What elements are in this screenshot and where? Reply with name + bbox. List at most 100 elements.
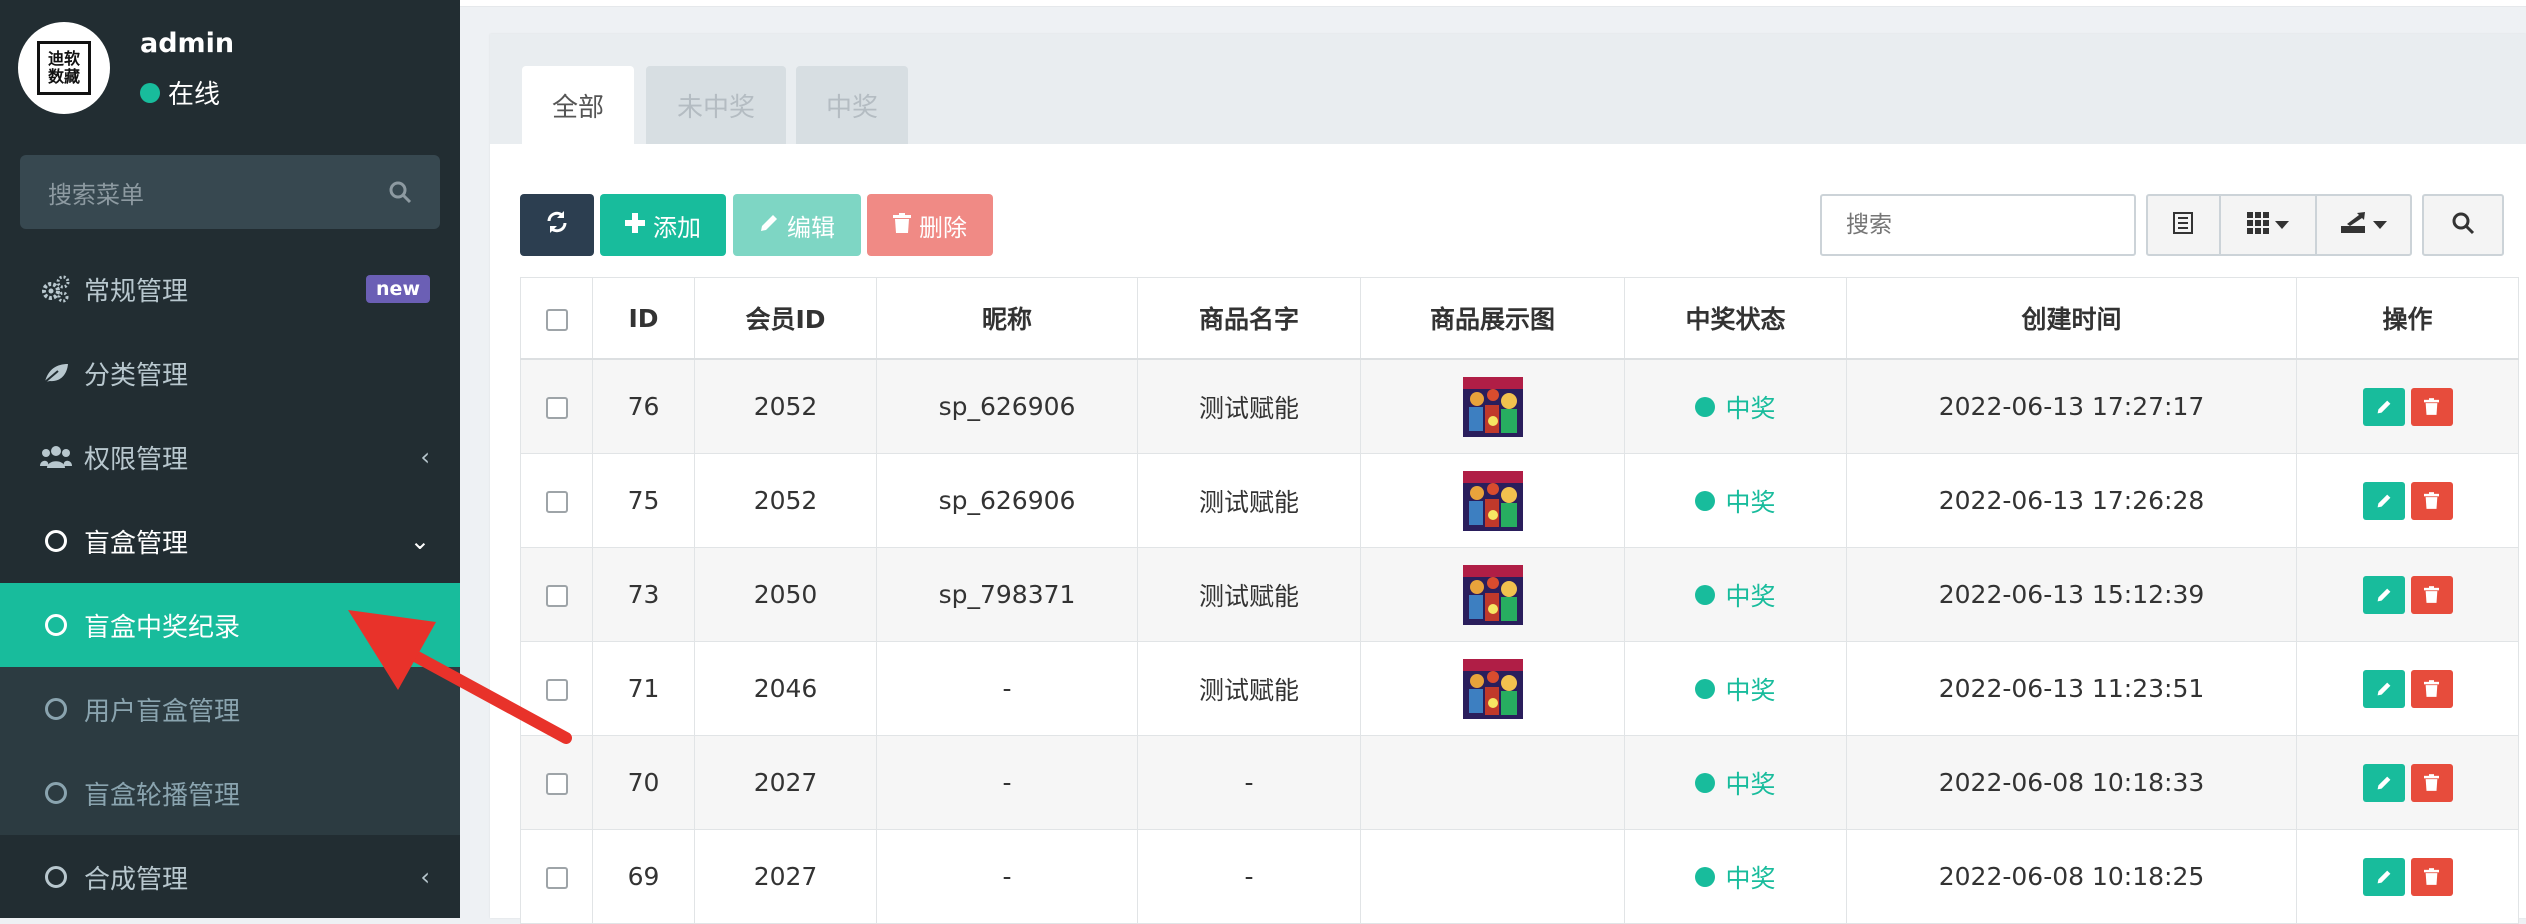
menu-search-input[interactable]: 搜索菜单 bbox=[20, 155, 440, 229]
status-label: 中奖 bbox=[1725, 769, 1776, 799]
cell-member-id: 2046 bbox=[694, 641, 877, 736]
column-header-product-name[interactable]: 商品名字 bbox=[1137, 277, 1361, 360]
add-button[interactable]: 添加 bbox=[600, 194, 726, 256]
row-delete-button[interactable] bbox=[2410, 857, 2453, 896]
cell-nickname: - bbox=[876, 735, 1138, 830]
row-edit-button[interactable] bbox=[2362, 575, 2405, 614]
table-row[interactable]: 69 2027- - 中奖 2022-06-08 10:18:25 bbox=[520, 829, 2519, 924]
avatar[interactable]: 迪软 数藏 bbox=[18, 22, 110, 114]
cell-product-image bbox=[1360, 358, 1625, 454]
delete-button[interactable]: 删除 bbox=[867, 194, 993, 256]
circle-icon bbox=[40, 693, 72, 725]
column-header-created-time[interactable]: 创建时间 bbox=[1846, 277, 2297, 360]
sidebar-item-user-blindbox[interactable]: 用户盲盒管理 bbox=[0, 667, 460, 751]
row-delete-button[interactable] bbox=[2410, 575, 2453, 614]
cell-member-id: 2052 bbox=[694, 358, 877, 454]
sidebar-menu: 常规管理 new 分类管理 权限管理 ‹ 盲盒管理 ⌄ 盲盒中奖纪录 用户盲盒管… bbox=[0, 247, 460, 919]
table-row[interactable]: 70 2027- - 中奖 2022-06-08 10:18:33 bbox=[520, 735, 2519, 830]
refresh-button[interactable] bbox=[520, 194, 594, 256]
tab-won[interactable]: 中奖 bbox=[796, 66, 908, 144]
circle-icon bbox=[40, 777, 72, 809]
sidebar-item-label: 合成管理 bbox=[84, 864, 189, 895]
online-status: 在线 bbox=[140, 74, 220, 111]
avatar-logo: 迪软 数藏 bbox=[37, 41, 91, 95]
cell-product-name: 测试赋能 bbox=[1137, 358, 1361, 454]
sidebar-item-general[interactable]: 常规管理 new bbox=[0, 247, 460, 331]
tab-all[interactable]: 全部 bbox=[522, 66, 634, 144]
caret-down-icon bbox=[2372, 221, 2387, 229]
cell-created-time: 2022-06-08 10:18:25 bbox=[1846, 829, 2297, 924]
cell-actions bbox=[2296, 829, 2519, 924]
status-dot-icon bbox=[1695, 866, 1716, 887]
row-edit-button[interactable] bbox=[2362, 669, 2405, 708]
pencil-icon bbox=[2377, 682, 2390, 695]
cell-actions bbox=[2296, 641, 2519, 736]
row-checkbox[interactable] bbox=[545, 679, 568, 701]
cell-win-status: 中奖 bbox=[1624, 641, 1847, 736]
table-search-input[interactable] bbox=[1820, 194, 2136, 256]
status-dot-icon bbox=[1695, 490, 1716, 511]
product-thumbnail[interactable] bbox=[1462, 564, 1523, 625]
search-icon[interactable] bbox=[388, 180, 412, 204]
sidebar-item-permission[interactable]: 权限管理 ‹ bbox=[0, 415, 460, 499]
cell-id: 73 bbox=[592, 547, 695, 642]
table-row[interactable]: 75 2052 sp_626906 测试赋能 中奖 2022-06-13 17:26:28 bbox=[520, 453, 2519, 548]
column-header-win-status[interactable]: 中奖状态 bbox=[1624, 277, 1847, 360]
row-edit-button[interactable] bbox=[2362, 387, 2405, 426]
row-checkbox[interactable] bbox=[545, 773, 568, 795]
status-dot-icon bbox=[1695, 678, 1716, 699]
table-row[interactable]: 76 2052 sp_626906 测试赋能 中奖 2022-06-13 17:27:17 bbox=[520, 358, 2519, 454]
column-header-actions: 操作 bbox=[2296, 277, 2519, 360]
refresh-icon bbox=[545, 210, 569, 240]
table-row[interactable]: 73 2050 sp_798371 测试赋能 中奖 2022-06-13 15:12:39 bbox=[520, 547, 2519, 642]
avatar-logo-line2: 数藏 bbox=[47, 67, 80, 86]
row-edit-button[interactable] bbox=[2362, 763, 2405, 802]
column-header-member-id[interactable]: 会员ID bbox=[694, 277, 877, 360]
status-label: 中奖 bbox=[1725, 581, 1776, 611]
table-header-row: ID 会员ID 昵称 商品名字 商品展示图 中奖状态 创建时间 操作 bbox=[520, 277, 2519, 360]
sidebar-item-blindbox-winning-records[interactable]: 盲盒中奖纪录 bbox=[0, 583, 460, 667]
sidebar-item-blindbox-carousel[interactable]: 盲盒轮播管理 bbox=[0, 751, 460, 835]
row-select-cell bbox=[520, 358, 593, 454]
row-checkbox[interactable] bbox=[545, 491, 568, 513]
cell-product-name: 测试赋能 bbox=[1137, 547, 1361, 642]
column-header-nickname[interactable]: 昵称 bbox=[876, 277, 1138, 360]
toggle-view-button[interactable] bbox=[2148, 196, 2221, 254]
row-checkbox[interactable] bbox=[545, 867, 568, 889]
edit-button[interactable]: 编辑 bbox=[733, 194, 861, 256]
trash-icon bbox=[893, 211, 919, 239]
delete-button-label: 删除 bbox=[919, 213, 967, 242]
row-checkbox[interactable] bbox=[545, 585, 568, 607]
trash-icon bbox=[2424, 680, 2439, 697]
sidebar-item-synthesis[interactable]: 合成管理 ‹ bbox=[0, 835, 460, 919]
status-label: 中奖 bbox=[1725, 393, 1776, 423]
row-checkbox[interactable] bbox=[545, 397, 568, 419]
column-header-product-image[interactable]: 商品展示图 bbox=[1360, 277, 1625, 360]
select-all-checkbox[interactable] bbox=[545, 308, 568, 331]
product-thumbnail[interactable] bbox=[1462, 470, 1523, 531]
row-delete-button[interactable] bbox=[2410, 763, 2453, 802]
cell-member-id: 2027 bbox=[694, 735, 877, 830]
export-dropdown-button[interactable] bbox=[2317, 196, 2410, 254]
cell-id: 75 bbox=[592, 453, 695, 548]
row-edit-button[interactable] bbox=[2362, 857, 2405, 896]
row-delete-button[interactable] bbox=[2410, 669, 2453, 708]
row-delete-button[interactable] bbox=[2410, 387, 2453, 426]
sidebar-item-label: 盲盒管理 bbox=[84, 528, 189, 559]
product-thumbnail[interactable] bbox=[1462, 376, 1523, 437]
columns-dropdown-button[interactable] bbox=[2221, 196, 2318, 254]
row-edit-button[interactable] bbox=[2362, 481, 2405, 520]
column-header-id[interactable]: ID bbox=[592, 277, 695, 360]
row-delete-button[interactable] bbox=[2410, 481, 2453, 520]
trash-icon bbox=[2424, 492, 2439, 509]
sidebar-item-blindbox[interactable]: 盲盒管理 ⌄ bbox=[0, 499, 460, 583]
records-table: ID 会员ID 昵称 商品名字 商品展示图 中奖状态 创建时间 操作 76 205… bbox=[520, 277, 2519, 924]
tabs-bar: 全部 未中奖 中奖 bbox=[490, 34, 2526, 144]
cell-product-image bbox=[1360, 829, 1625, 924]
sidebar-item-category[interactable]: 分类管理 bbox=[0, 331, 460, 415]
product-thumbnail[interactable] bbox=[1462, 658, 1523, 719]
cell-product-name: - bbox=[1137, 735, 1361, 830]
search-toggle-button[interactable] bbox=[2424, 196, 2502, 254]
table-row[interactable]: 71 2046- 测试赋能 中奖 2022-06-13 11:23:51 bbox=[520, 641, 2519, 736]
tab-not-won[interactable]: 未中奖 bbox=[646, 66, 786, 144]
